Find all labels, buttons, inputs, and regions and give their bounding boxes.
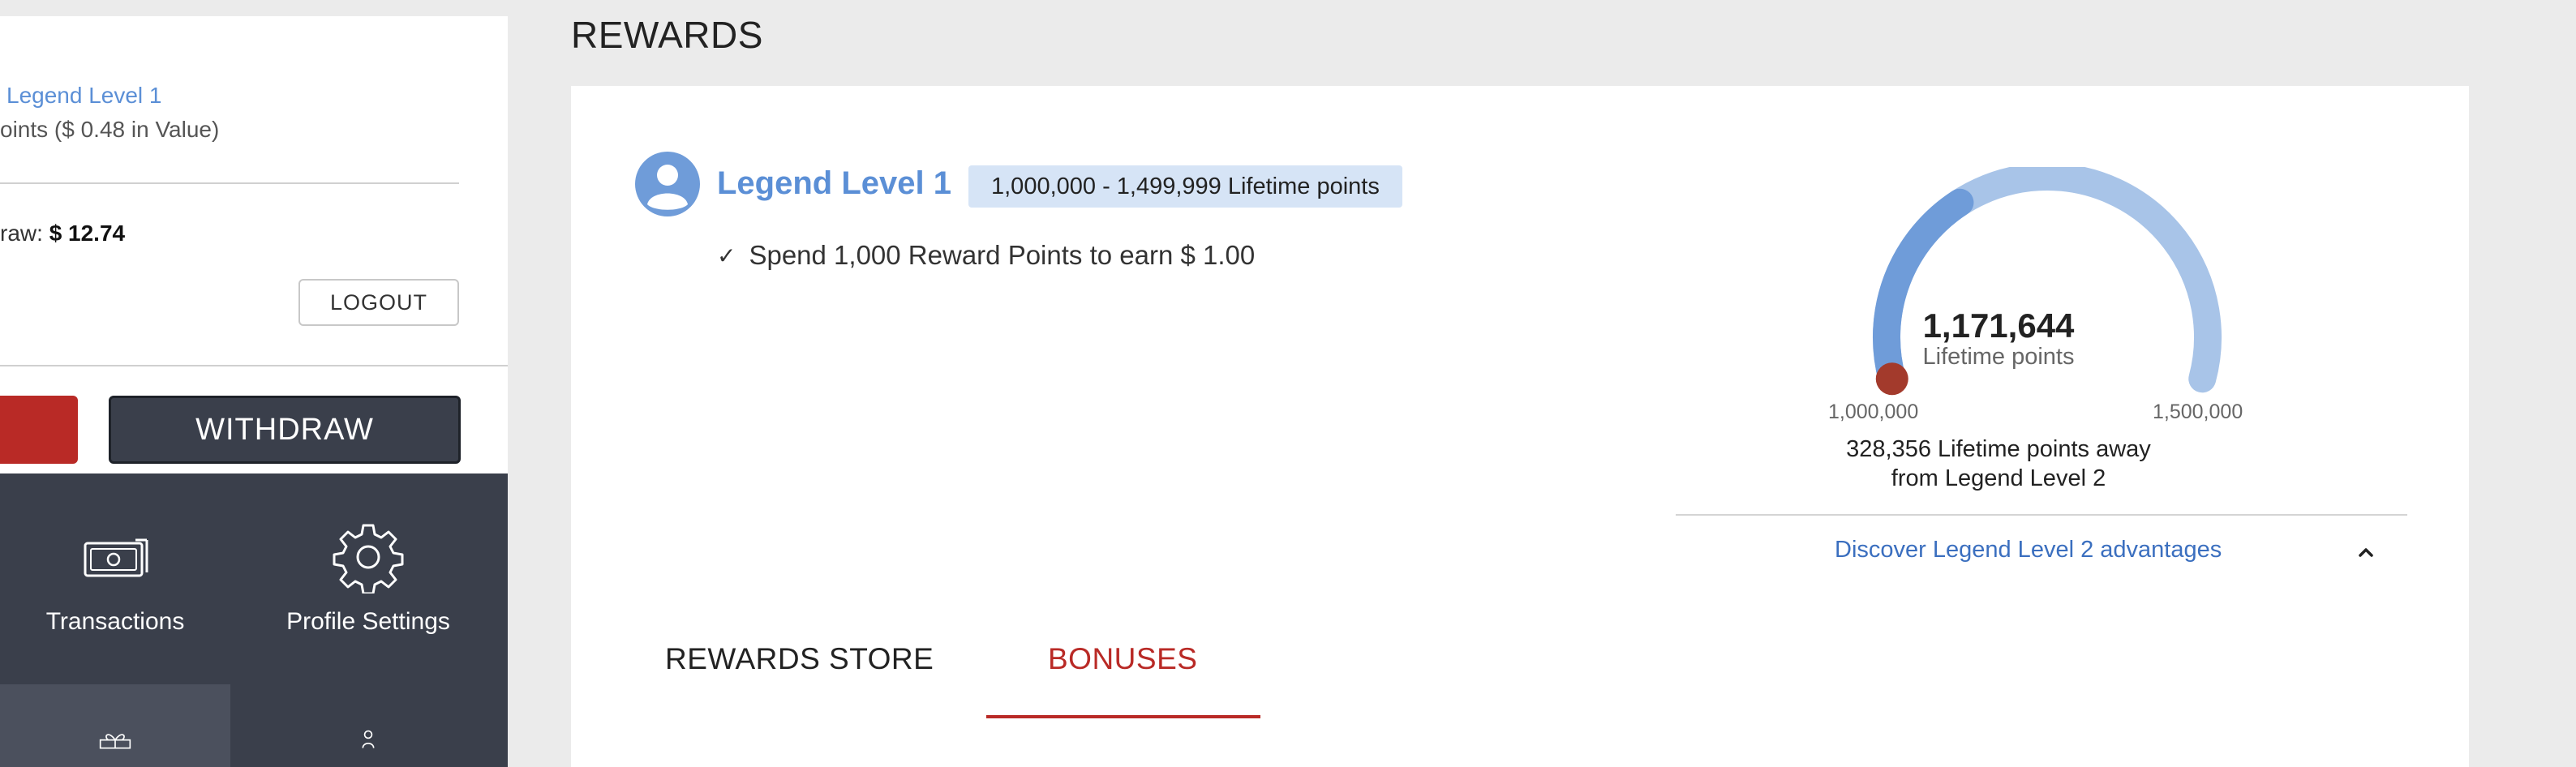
level-title: Legend Level 1	[717, 165, 951, 201]
nav-tile-profile-settings[interactable]: Profile Settings	[253, 473, 483, 684]
level-range-badge: 1,000,000 - 1,499,999 Lifetime points	[968, 165, 1402, 208]
lifetime-points-gauge	[1873, 167, 2222, 396]
nav-tile-refer[interactable]	[253, 684, 483, 767]
withdraw-button[interactable]: WITHDRAW	[109, 396, 461, 464]
nav-label-profile-settings: Profile Settings	[286, 608, 450, 635]
withdrawable-label: raw:	[0, 221, 49, 246]
sidebar: Legend Level 1 oints ($ 0.48 in Value) r…	[0, 0, 508, 767]
divider	[0, 182, 459, 184]
points-value: oints ($ 0.48 in Value)	[0, 117, 220, 142]
person-icon	[362, 730, 375, 748]
gauge-min-label: 1,000,000	[1828, 401, 1919, 423]
nav-tile-rewards[interactable]	[0, 684, 230, 767]
logout-button[interactable]: LOGOUT	[298, 279, 459, 326]
nav-tile-transactions[interactable]: Transactions	[0, 473, 230, 684]
chevron-up-icon[interactable]	[2354, 540, 2378, 564]
gauge-max-label: 1,500,000	[2153, 401, 2243, 423]
level-link[interactable]: Legend Level 1	[6, 83, 162, 109]
active-tab-indicator	[986, 715, 1260, 718]
account-card: Legend Level 1 oints ($ 0.48 in Value) r…	[0, 16, 508, 473]
tab-rewards-store[interactable]: REWARDS STORE	[665, 642, 934, 676]
check-icon: ✓	[717, 242, 736, 268]
lifetime-points-caption: Lifetime points	[1922, 344, 2075, 370]
lifetime-points-value: 1,171,644	[1922, 306, 2075, 345]
avatar-icon	[635, 152, 700, 216]
account-nav: Transactions Profile Settings	[0, 473, 508, 767]
deposit-button[interactable]	[0, 396, 78, 464]
divider	[0, 365, 508, 366]
nav-label-transactions: Transactions	[45, 608, 185, 635]
gear-icon	[333, 524, 404, 593]
tab-bonuses[interactable]: BONUSES	[1048, 642, 1197, 676]
level-benefit: ✓ Spend 1,000 Reward Points to earn $ 1.…	[717, 240, 1255, 271]
withdrawable-balance: raw: $ 12.74	[0, 221, 125, 246]
rewards-card: Legend Level 1 1,000,000 - 1,499,999 Lif…	[571, 86, 2469, 767]
page-title: REWARDS	[571, 14, 763, 56]
points-away-text: 328,356 Lifetime points away from Legend…	[1846, 436, 2151, 491]
withdrawable-amount: $ 12.74	[49, 221, 126, 246]
benefit-text: Spend 1,000 Reward Points to earn $ 1.00	[749, 240, 1256, 270]
money-icon	[84, 538, 148, 577]
discover-next-level-link[interactable]: Discover Legend Level 2 advantages	[1835, 537, 2222, 563]
divider	[1676, 514, 2407, 516]
gift-icon	[99, 734, 131, 749]
